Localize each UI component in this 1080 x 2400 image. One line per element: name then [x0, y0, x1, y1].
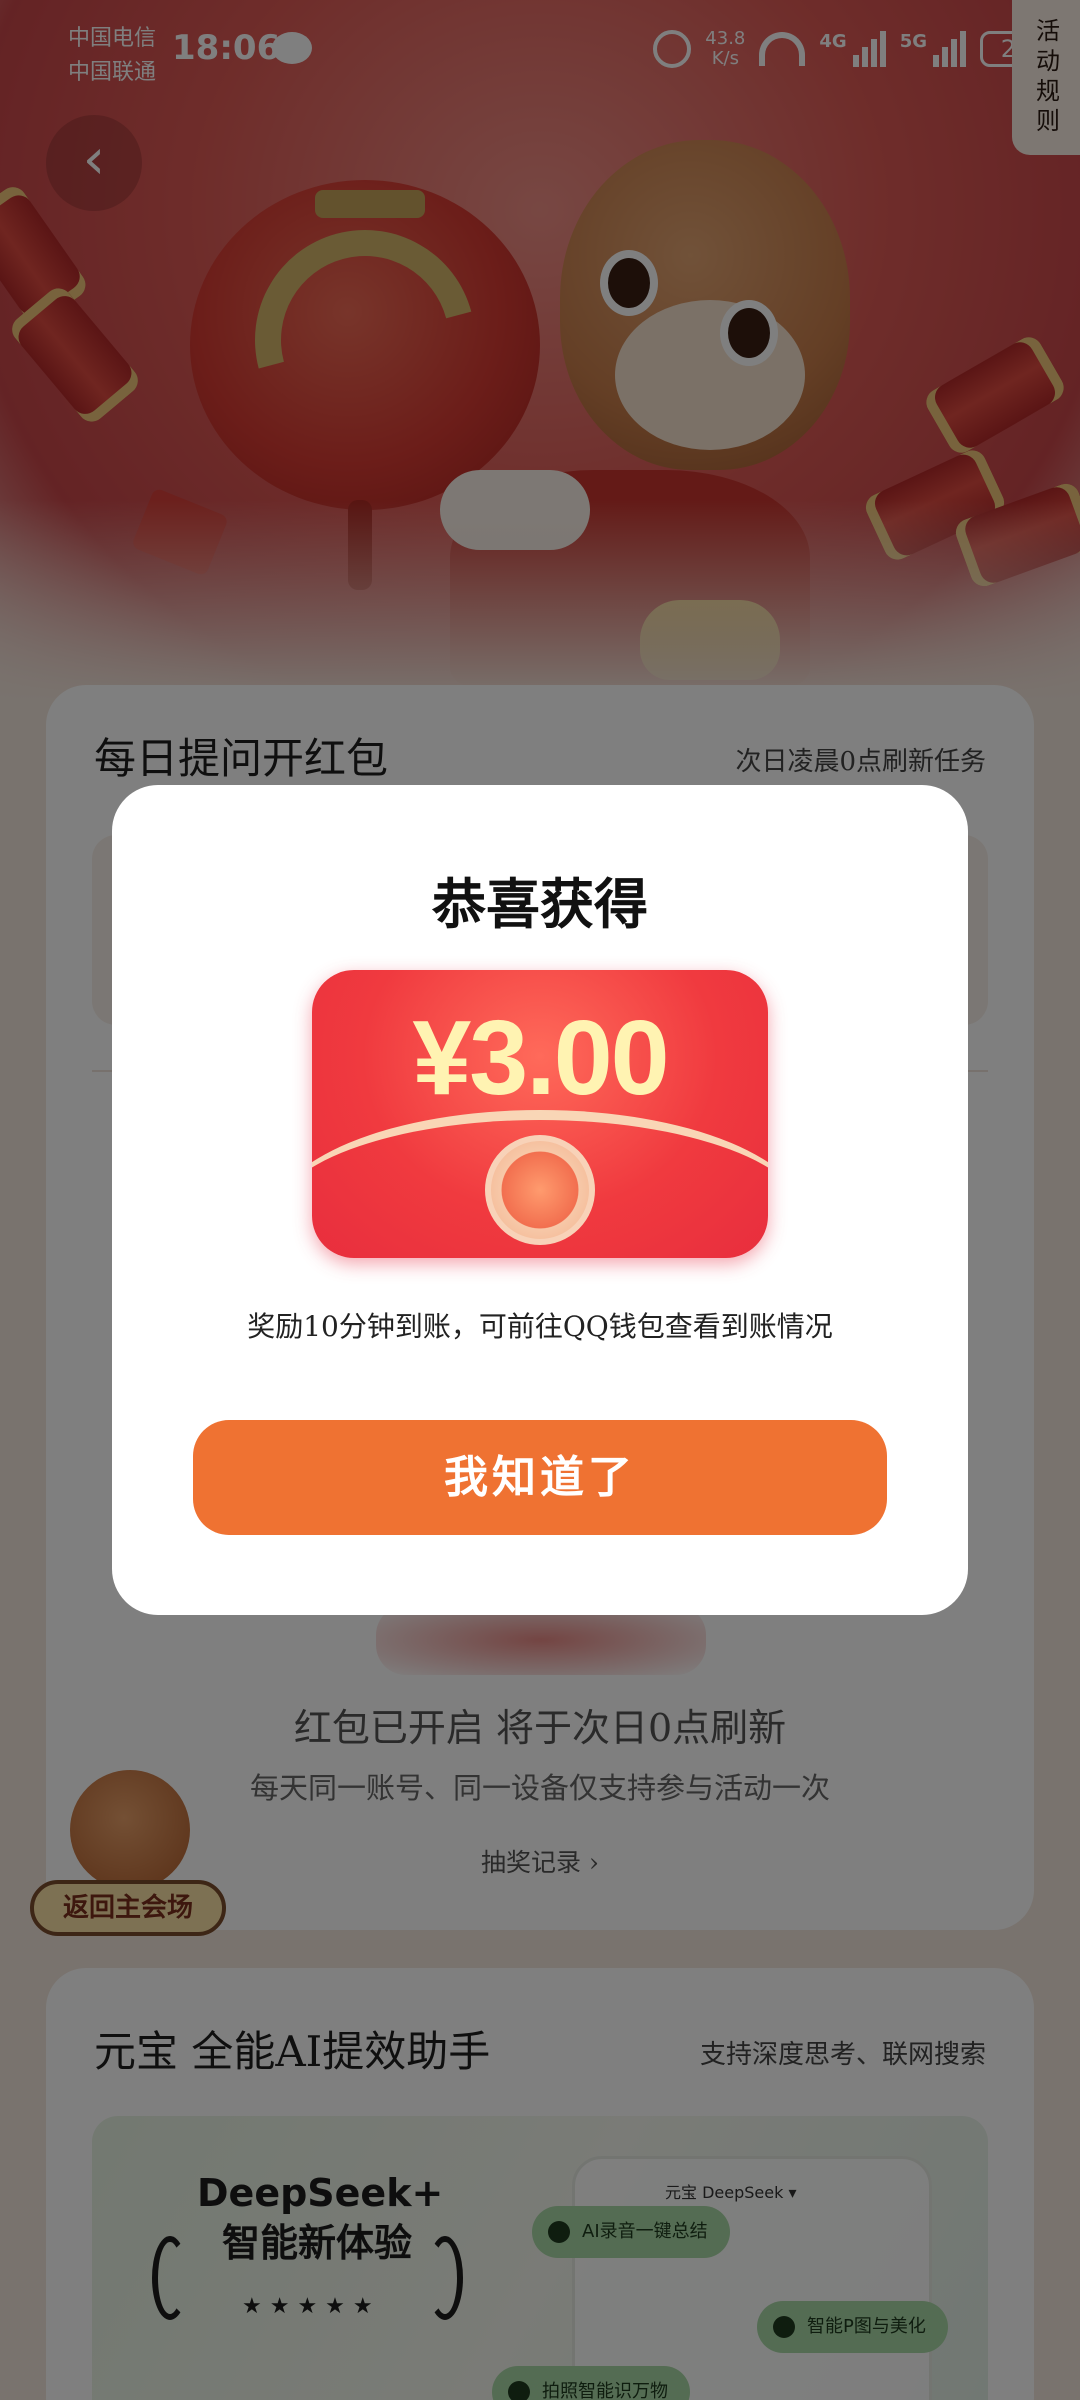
reward-modal: 恭喜获得 ¥3.00 奖励10分钟到账，可前往QQ钱包查看到账情况 我知道了	[112, 785, 968, 1615]
envelope-seal-icon	[485, 1135, 595, 1245]
confirm-button[interactable]: 我知道了	[193, 1420, 887, 1535]
red-envelope-card: ¥3.00	[312, 970, 768, 1258]
modal-title: 恭喜获得	[432, 872, 648, 936]
reward-note: 奖励10分钟到账，可前往QQ钱包查看到账情况	[247, 1310, 833, 1343]
reward-amount: ¥3.00	[412, 999, 669, 1117]
